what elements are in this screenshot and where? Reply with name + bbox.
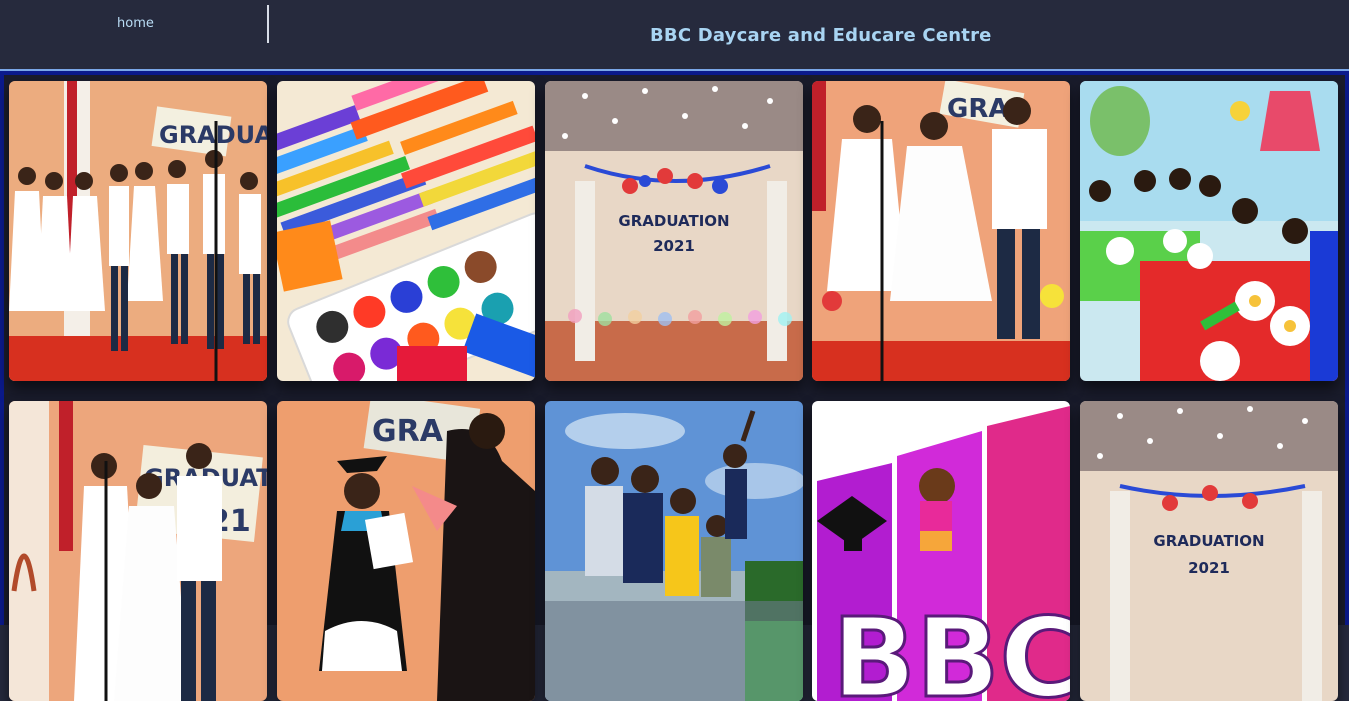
graduation-sign-text: GRADUAT: [159, 121, 267, 149]
gallery-photo-8[interactable]: [545, 401, 803, 701]
gallery-photo-7[interactable]: GRA: [277, 401, 535, 701]
gallery-photo-10[interactable]: GRADUATION 2021: [1080, 401, 1338, 701]
photo-children-singing: GRA: [812, 81, 1070, 381]
nav-home-link[interactable]: home: [117, 16, 154, 31]
photo-crayons-palette: [277, 81, 535, 381]
gallery-photo-2[interactable]: [277, 81, 535, 381]
graduation-sign-text: GRA: [947, 94, 1008, 124]
gallery-photo-1[interactable]: GRADUAT: [9, 81, 267, 381]
graduation-sign-line1: GRADUATION: [1153, 532, 1264, 550]
graduation-sign-line1: GRADUATION: [618, 212, 729, 230]
photo-gallery: GRADUAT: [0, 71, 1349, 701]
gallery-photo-9[interactable]: BBC: [812, 401, 1070, 701]
site-header: home BBC Daycare and Educare Centre: [0, 0, 1349, 71]
photo-children-outdoors: [545, 401, 803, 701]
gallery-photo-6[interactable]: GRADUATI 21: [9, 401, 267, 701]
gallery-grid: GRADUAT: [4, 75, 1345, 701]
nav-divider: [267, 5, 269, 43]
graduation-sign-text: GRA: [372, 414, 444, 449]
graduation-sign-line2: 2021: [1188, 559, 1230, 577]
photo-children-crafting: [1080, 81, 1338, 381]
graduation-sign-line2: 2021: [653, 237, 695, 255]
photo-graduation-singing: GRADUATI 21: [9, 401, 267, 701]
gallery-photo-3[interactable]: GRADUATION 2021: [545, 81, 803, 381]
photo-graduation-room: GRADUATION 2021: [1080, 401, 1338, 701]
photo-graduation-room: GRADUATION 2021: [545, 81, 803, 381]
photo-graduation-stage: GRADUAT: [9, 81, 267, 381]
gallery-photo-4[interactable]: GRA: [812, 81, 1070, 381]
bbc-logo-text: BBC: [832, 594, 1070, 701]
gallery-photo-5[interactable]: [1080, 81, 1338, 381]
photo-graduate-certificate: GRA: [277, 401, 535, 701]
photo-bbc-logo: BBC: [812, 401, 1070, 701]
site-title: BBC Daycare and Educare Centre: [650, 25, 992, 46]
